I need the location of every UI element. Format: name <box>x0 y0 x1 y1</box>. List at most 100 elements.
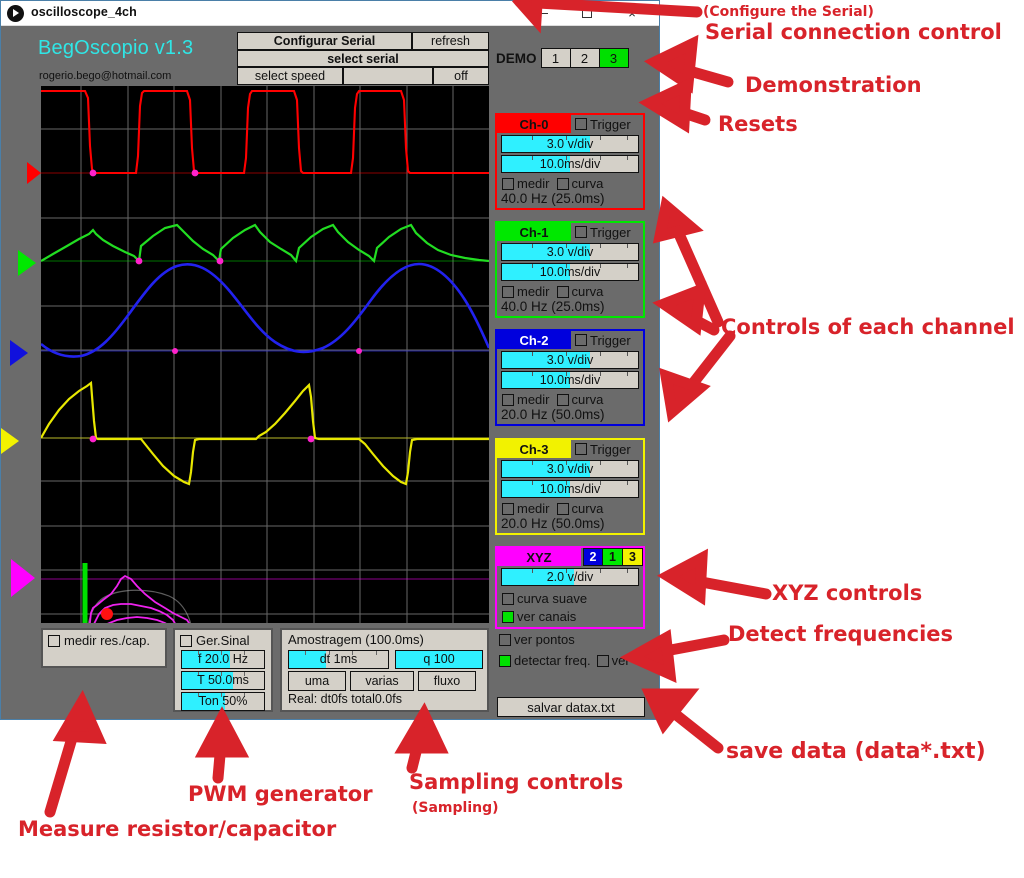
ch2-trigger-toggle[interactable]: Trigger <box>575 333 631 348</box>
ch0-time-div-value: 10.0ms/div <box>539 157 601 171</box>
medir-rescap-checkbox[interactable] <box>48 634 60 647</box>
ch1-trigger-toggle[interactable]: Trigger <box>575 225 631 240</box>
ch2-trigger-marker[interactable] <box>10 340 28 366</box>
demo-button-3[interactable]: 3 <box>598 48 629 68</box>
ch2-trigger-label: Trigger <box>590 332 631 348</box>
minimize-button[interactable] <box>519 1 565 25</box>
close-button[interactable]: × <box>609 1 655 25</box>
channel-panel-ch0: Ch-0 Trigger 3.0 v/div 10.0ms/div medir … <box>495 113 645 210</box>
xyz-volt-div-slider[interactable]: 2.0 v/div <box>501 568 639 586</box>
ver-pontos-option[interactable]: ver pontos <box>499 632 575 647</box>
detectar-freq-option[interactable]: detectar freq. ver <box>499 653 630 668</box>
annotation-sampling-controls: Sampling controls <box>409 770 624 794</box>
annotation-demonstration: Demonstration <box>745 73 922 97</box>
play-circle-icon <box>7 5 24 22</box>
sampling-dt-slider[interactable]: dt 1ms <box>288 650 389 669</box>
demo-label: DEMO <box>496 50 537 66</box>
sampling-uma-button[interactable]: uma <box>288 671 346 691</box>
ch1-curva-checkbox[interactable] <box>556 285 569 298</box>
annotation-detect-frequencies: Detect frequencies <box>728 622 954 646</box>
ch0-medir-checkbox[interactable] <box>502 177 514 190</box>
gersinal-checkbox[interactable] <box>180 634 192 647</box>
ch1-volt-div-slider[interactable]: 3.0 v/div <box>501 243 639 261</box>
xyz-trigger-marker[interactable] <box>11 559 35 597</box>
demo-button-2[interactable]: 2 <box>569 48 600 68</box>
ch0-name: Ch-0 <box>497 115 571 133</box>
speed-value-field[interactable] <box>343 67 433 85</box>
sampling-title: Amostragem (100.0ms) <box>288 632 424 647</box>
maximize-button[interactable] <box>564 1 610 25</box>
ch2-volt-div-value: 3.0 v/div <box>546 353 594 367</box>
ch3-trigger-marker[interactable] <box>1 428 19 454</box>
ch1-trigger-checkbox[interactable] <box>575 226 587 238</box>
sampling-varias-button[interactable]: varias <box>350 671 414 691</box>
select-speed-dropdown[interactable]: select speed <box>237 67 343 85</box>
ch2-time-div-value: 10.0ms/div <box>539 373 601 387</box>
ch1-frequency-readout: 40.0 Hz (25.0ms) <box>501 299 605 314</box>
ch2-medir-checkbox[interactable] <box>502 393 514 406</box>
ch3-curva-label: curva <box>571 501 604 516</box>
ch3-trigger-checkbox[interactable] <box>575 443 587 455</box>
xyz-volt-div-value: 2.0 v/div <box>546 570 594 584</box>
ch0-curva-label: curva <box>571 176 604 191</box>
xyz-axis-button-x[interactable]: 3 <box>623 548 643 566</box>
ch2-trigger-checkbox[interactable] <box>575 334 587 346</box>
configure-serial-button[interactable]: Configurar Serial <box>237 32 412 50</box>
ch1-time-div-slider[interactable]: 10.0ms/div <box>501 263 639 281</box>
sampling-q-slider[interactable]: q 100 <box>395 650 483 669</box>
ch2-volt-div-slider[interactable]: 3.0 v/div <box>501 351 639 369</box>
ch0-frequency-readout: 40.0 Hz (25.0ms) <box>501 191 605 206</box>
detectar-freq-label: detectar freq. <box>514 653 591 668</box>
ch3-trigger-toggle[interactable]: Trigger <box>575 442 631 457</box>
ch1-name: Ch-1 <box>497 223 571 241</box>
ch2-time-div-slider[interactable]: 10.0ms/div <box>501 371 639 389</box>
ch3-medir-checkbox[interactable] <box>502 502 514 515</box>
oscilloscope-display[interactable] <box>41 86 489 623</box>
ch2-curva-checkbox[interactable] <box>556 393 569 406</box>
ch0-medir-label: medir <box>517 176 550 191</box>
detectar-freq-checkbox[interactable] <box>499 654 511 667</box>
ch1-trigger-marker[interactable] <box>18 250 36 276</box>
channel-panel-ch2: Ch-2 Trigger 3.0 v/div 10.0ms/div medir … <box>495 329 645 426</box>
gersinal-freq-value: f 20.0 Hz <box>197 652 249 666</box>
ver-extra-checkbox[interactable] <box>596 654 609 667</box>
ch2-curva-label: curva <box>571 392 604 407</box>
serial-status-button[interactable]: off <box>433 67 489 85</box>
ch1-medir-label: medir <box>517 284 550 299</box>
demo-button-1[interactable]: 1 <box>540 48 571 68</box>
pwm-generator-panel: Ger.Sinal f 20.0 Hz T 50.0ms Ton 50% <box>173 628 273 712</box>
annotation-controls-of-each-channel: Controls of each channel <box>721 315 1015 339</box>
ch0-curva-checkbox[interactable] <box>556 177 569 190</box>
gersinal-period-slider[interactable]: T 50.0ms <box>181 671 265 690</box>
ch3-curva-checkbox[interactable] <box>556 502 569 515</box>
medir-rescap-option[interactable]: medir res./cap. <box>48 633 150 648</box>
select-serial-dropdown[interactable]: select serial <box>237 50 489 67</box>
ch3-medir-label: medir <box>517 501 550 516</box>
refresh-serial-button[interactable]: refresh <box>412 32 489 50</box>
ch3-frequency-readout: 20.0 Hz (50.0ms) <box>501 516 605 531</box>
ch2-medir-label: medir <box>517 392 550 407</box>
ch1-medir-checkbox[interactable] <box>502 285 514 298</box>
gersinal-duty-slider[interactable]: Ton 50% <box>181 692 265 711</box>
author-email: rogerio.bego@hotmail.com <box>39 70 172 82</box>
sampling-fluxo-button[interactable]: fluxo <box>418 671 476 691</box>
annotation-save-data: save data (data*.txt) <box>726 739 986 764</box>
gersinal-freq-slider[interactable]: f 20.0 Hz <box>181 650 265 669</box>
ch0-trigger-toggle[interactable]: Trigger <box>575 117 631 132</box>
serial-connection-control: Configurar Serial refresh select serial … <box>237 32 489 85</box>
annotation-xyz-controls: XYZ controls <box>772 581 923 605</box>
save-data-button[interactable]: salvar datax.txt <box>497 697 645 717</box>
xyz-axis-button-y[interactable]: 1 <box>603 548 623 566</box>
gersinal-option[interactable]: Ger.Sinal <box>180 633 249 648</box>
ch3-volt-div-slider[interactable]: 3.0 v/div <box>501 460 639 478</box>
ch0-volt-div-value: 3.0 v/div <box>546 137 594 151</box>
xyz-curva-suave-checkbox[interactable] <box>502 592 514 605</box>
xyz-axis-button-z[interactable]: 2 <box>583 548 603 566</box>
ch0-trigger-marker[interactable] <box>27 162 41 184</box>
xyz-ver-canais-checkbox[interactable] <box>502 610 514 623</box>
ch0-trigger-checkbox[interactable] <box>575 118 587 130</box>
ver-pontos-checkbox[interactable] <box>499 633 511 646</box>
ch0-time-div-slider[interactable]: 10.0ms/div <box>501 155 639 173</box>
ch0-volt-div-slider[interactable]: 3.0 v/div <box>501 135 639 153</box>
ch3-time-div-slider[interactable]: 10.0ms/div <box>501 480 639 498</box>
